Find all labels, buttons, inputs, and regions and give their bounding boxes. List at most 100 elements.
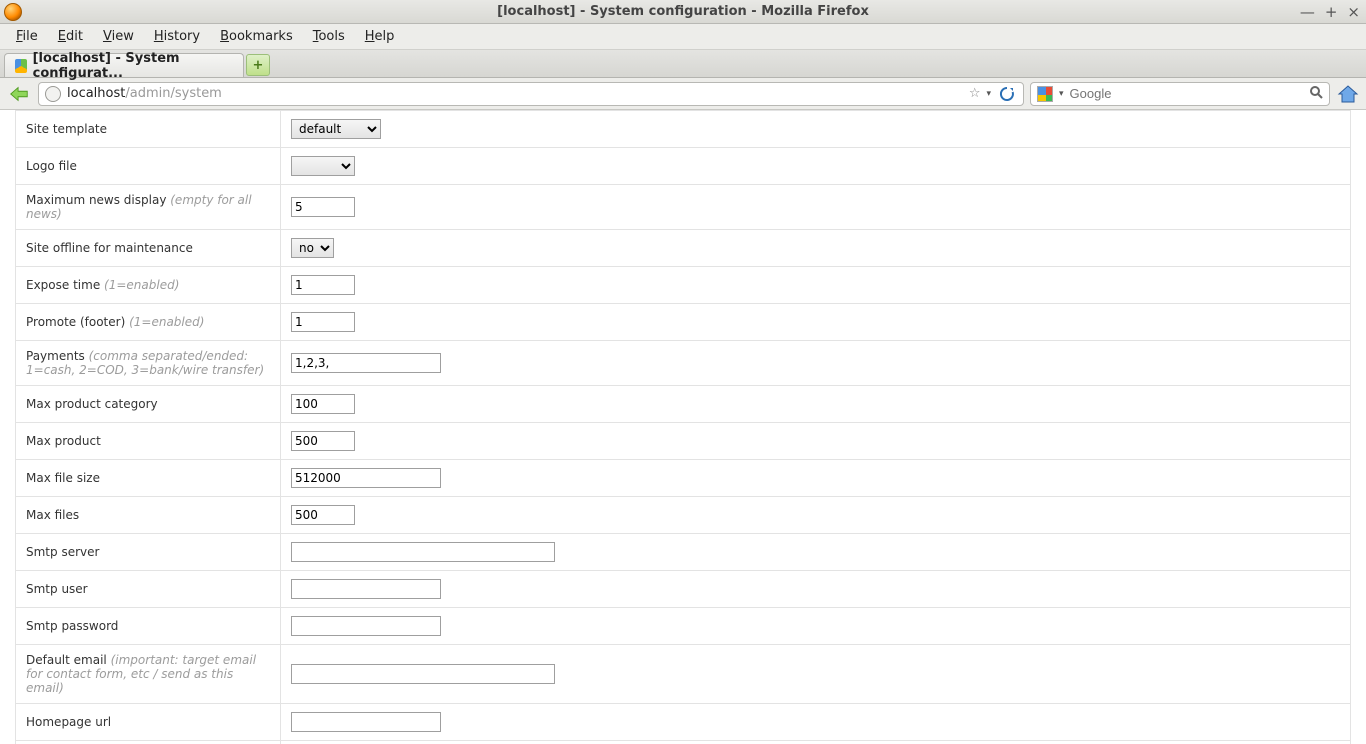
maximize-icon[interactable]: + <box>1325 3 1338 21</box>
back-button[interactable] <box>6 83 32 105</box>
field-cell <box>281 497 1351 534</box>
field-label: Expose time (1=enabled) <box>16 267 281 304</box>
form-row: Homepage url <box>16 704 1351 741</box>
input-max-product-category[interactable] <box>291 394 355 414</box>
field-cell: no <box>281 230 1351 267</box>
input-maximum-news-display[interactable] <box>291 197 355 217</box>
close-icon[interactable]: × <box>1347 3 1360 21</box>
form-row: Site template default <box>16 111 1351 148</box>
select-site-offline-for-maintenance[interactable]: no <box>291 238 334 258</box>
back-arrow-icon <box>8 85 30 103</box>
field-label: Smtp password <box>16 608 281 645</box>
field-hint: (1=enabled) <box>104 278 179 292</box>
field-label: Max files <box>16 497 281 534</box>
reload-icon <box>999 86 1015 102</box>
home-icon <box>1337 84 1359 104</box>
config-form-table: Site template default Logo fileMaximum new… <box>15 110 1351 744</box>
input-max-file-size[interactable] <box>291 468 441 488</box>
field-label: Logo file <box>16 148 281 185</box>
page-content: Site template default Logo fileMaximum new… <box>0 110 1366 744</box>
window-titlebar: [localhost] - System configuration - Moz… <box>0 0 1366 24</box>
url-history-dropdown-icon[interactable]: ▾ <box>986 89 991 99</box>
field-label: Promote (footer) (1=enabled) <box>16 304 281 341</box>
field-cell: default <box>281 111 1351 148</box>
form-row: Smtp user <box>16 571 1351 608</box>
page-favicon-icon <box>15 59 27 73</box>
field-label: Max product category <box>16 386 281 423</box>
select-logo-file[interactable] <box>291 156 355 176</box>
search-input[interactable] <box>1070 86 1303 101</box>
input-payments[interactable] <box>291 353 441 373</box>
field-label: Site offline for maintenance <box>16 230 281 267</box>
minimize-icon[interactable]: — <box>1300 3 1315 21</box>
field-cell <box>281 267 1351 304</box>
select-site-template[interactable]: default <box>291 119 381 139</box>
input-homepage-url[interactable] <box>291 712 441 732</box>
field-label: Smtp user <box>16 571 281 608</box>
form-row: Max product category <box>16 386 1351 423</box>
form-row: Smtp password <box>16 608 1351 645</box>
field-cell <box>281 423 1351 460</box>
tab-title: [localhost] - System configurat... <box>33 51 233 81</box>
field-cell <box>281 304 1351 341</box>
menu-file[interactable]: File <box>8 26 46 47</box>
menu-view[interactable]: View <box>95 26 142 47</box>
input-smtp-user[interactable] <box>291 579 441 599</box>
home-button[interactable] <box>1336 83 1360 105</box>
form-row: Site offline for maintenance no <box>16 230 1351 267</box>
menu-help[interactable]: Help <box>357 26 403 47</box>
field-cell <box>281 460 1351 497</box>
form-row: Payments (comma separated/ended: 1=cash,… <box>16 341 1351 386</box>
form-row: Maximum news display (empty for all news… <box>16 185 1351 230</box>
form-row: Font directory (server) <box>16 741 1351 744</box>
menu-history[interactable]: History <box>146 26 208 47</box>
field-hint: (1=enabled) <box>129 315 204 329</box>
url-text: localhost/admin/system <box>67 86 222 101</box>
window-title: [localhost] - System configuration - Moz… <box>497 4 869 19</box>
field-label: Homepage url <box>16 704 281 741</box>
search-provider-dropdown-icon[interactable]: ▾ <box>1059 89 1064 99</box>
input-default-email[interactable] <box>291 664 555 684</box>
search-bar[interactable]: ▾ <box>1030 82 1330 106</box>
new-tab-button[interactable]: + <box>246 54 270 76</box>
input-promote-footer-[interactable] <box>291 312 355 332</box>
input-expose-time[interactable] <box>291 275 355 295</box>
browser-tab[interactable]: [localhost] - System configurat... <box>4 53 244 77</box>
form-row: Max file size <box>16 460 1351 497</box>
field-label: Default email (important: target email f… <box>16 645 281 704</box>
menu-bar: FileEditViewHistoryBookmarksToolsHelp <box>0 24 1366 50</box>
form-row: Default email (important: target email f… <box>16 645 1351 704</box>
search-submit-icon[interactable] <box>1309 85 1323 103</box>
field-cell <box>281 148 1351 185</box>
reload-button[interactable] <box>997 84 1017 104</box>
input-smtp-password[interactable] <box>291 616 441 636</box>
menu-bookmarks[interactable]: Bookmarks <box>212 26 301 47</box>
field-cell <box>281 704 1351 741</box>
firefox-icon <box>4 3 22 21</box>
field-cell <box>281 571 1351 608</box>
menu-tools[interactable]: Tools <box>305 26 353 47</box>
input-max-files[interactable] <box>291 505 355 525</box>
menu-edit[interactable]: Edit <box>50 26 91 47</box>
input-max-product[interactable] <box>291 431 355 451</box>
form-row: Logo file <box>16 148 1351 185</box>
field-cell <box>281 534 1351 571</box>
field-label: Payments (comma separated/ended: 1=cash,… <box>16 341 281 386</box>
field-label: Maximum news display (empty for all news… <box>16 185 281 230</box>
field-label: Max product <box>16 423 281 460</box>
field-label: Font directory (server) <box>16 741 281 744</box>
field-cell <box>281 341 1351 386</box>
field-label: Site template <box>16 111 281 148</box>
tab-strip: [localhost] - System configurat... + <box>0 50 1366 78</box>
field-cell <box>281 741 1351 744</box>
url-bar[interactable]: localhost/admin/system ☆ ▾ <box>38 82 1024 106</box>
google-provider-icon[interactable] <box>1037 86 1053 102</box>
form-row: Expose time (1=enabled) <box>16 267 1351 304</box>
field-label: Max file size <box>16 460 281 497</box>
field-cell <box>281 386 1351 423</box>
globe-icon <box>45 86 61 102</box>
form-row: Smtp server <box>16 534 1351 571</box>
field-cell <box>281 645 1351 704</box>
bookmark-star-icon[interactable]: ☆ <box>969 86 981 101</box>
input-smtp-server[interactable] <box>291 542 555 562</box>
